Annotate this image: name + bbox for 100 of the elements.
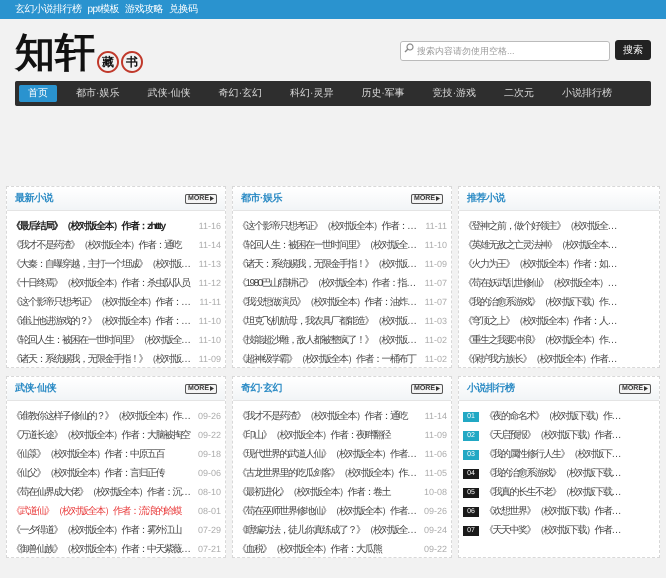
date-text: 09-06 — [198, 466, 221, 480]
book-link[interactable]: 《我的治愈系游戏》（校对版下载）作… — [463, 295, 616, 310]
book-link[interactable]: 《我的属性修行人生》（校对版下… — [484, 447, 620, 462]
book-link[interactable]: 《一夕得道》（校对版全本）作者：雾外江山 — [11, 523, 181, 538]
book-link[interactable]: 《武道仙》（校对版全本）作者：流浪的蛤蟆 — [11, 504, 181, 519]
book-link[interactable]: 《万道长途》（校对版全本）作者：大脑被掏空 — [11, 428, 190, 443]
date-text: 11-09 — [424, 428, 447, 442]
nav-tab[interactable]: 武侠·仙侠 — [138, 85, 200, 102]
book-link[interactable]: 《诸天：系统赐我，无限金手指！》（校对版… — [11, 352, 190, 367]
triangle-icon — [210, 386, 214, 391]
book-link[interactable]: 《御兽仙族》（校对版全本）作者：中天紫薇… — [11, 542, 190, 557]
book-link[interactable]: 《最初进化》（校对版全本）作者：卷土 — [237, 485, 390, 500]
book-link[interactable]: 《我才不是药渣》（校对版全本）作者：通吃 — [237, 409, 407, 424]
date-text: 09-26 — [198, 410, 221, 423]
logo-text: 知轩 — [15, 31, 95, 75]
date-text: 11-07 — [424, 296, 447, 309]
search-button[interactable]: 搜索 — [615, 40, 651, 60]
date-text: 11-02 — [424, 352, 447, 366]
date-text: 09-18 — [198, 448, 221, 461]
date-text: 11-11 — [425, 220, 447, 233]
date-text: 11-09 — [198, 352, 221, 366]
book-link[interactable]: 《古龙世界里的吃瓜剑客》（校对版全本）作… — [237, 466, 416, 481]
book-link[interactable]: 《我才不是药渣》（校对版全本）作者：通吃 — [11, 238, 181, 253]
book-link[interactable]: 《轮回人生：被困在一世时间里》（校对版全… — [237, 238, 416, 253]
book-link[interactable]: 《谁教你这样子修仙的？》（校对版全本）作… — [11, 409, 190, 424]
date-text: 10-08 — [424, 486, 447, 499]
date-text: 11-05 — [424, 466, 447, 480]
date-text: 09-22 — [198, 428, 221, 442]
book-link[interactable]: 《大秦：自曝穿越，主打一个坦诚》（校对版… — [11, 257, 190, 272]
book-link[interactable]: 《穹顶之上》（校对版全本）作者：人… — [463, 314, 616, 329]
panel-title: 奇幻·玄幻 — [241, 381, 282, 396]
date-text: 11-10 — [424, 238, 447, 252]
logo-seal: 藏 — [97, 51, 119, 73]
panel-title: 小说排行榜 — [467, 382, 514, 396]
book-link[interactable]: 《天启预报》（校对版下载）作者… — [484, 428, 620, 443]
date-text: 11-12 — [198, 276, 221, 290]
date-text: 07-29 — [198, 524, 221, 537]
book-link[interactable]: 《苟在巫师世界修地仙》（校对版全本）作者… — [237, 504, 416, 519]
panel-title: 武侠·仙侠 — [15, 382, 56, 396]
book-link[interactable]: 《保护我方族长》（校对版全本）作者… — [463, 352, 616, 367]
nav-tab[interactable]: 科幻·灵异 — [281, 85, 342, 102]
search-icon — [404, 43, 414, 53]
book-link[interactable]: 《这个影帝只想考证》（校对版全本）作者：… — [237, 219, 416, 234]
book-link[interactable]: 《苟在仙界成大佬》（校对版全本）作者：沉… — [11, 485, 190, 500]
date-text: 11-06 — [424, 448, 447, 461]
book-link[interactable]: 《瞎编功法，徒儿你真练成了？》（校对版全… — [237, 523, 416, 538]
date-text: 11-03 — [424, 314, 447, 328]
nav-tab[interactable]: 竞技·游戏 — [424, 85, 486, 102]
logo-seal: 书 — [121, 51, 143, 73]
date-text: 11-10 — [198, 314, 221, 328]
date-text: 11-09 — [424, 258, 447, 271]
book-link[interactable]: 《夜的命名术》（校对版下载）作… — [484, 409, 620, 424]
book-link[interactable]: 《技能超沙雕，敌人都被整疯了！》（校对版… — [237, 333, 416, 348]
date-text: 11-13 — [198, 258, 221, 271]
book-link[interactable]: 《超神级学霸》（校对版全本）作者：一桶布丁 — [237, 352, 416, 367]
book-link[interactable]: 《血税》（校对版全本）作者：大瓜熊 — [237, 542, 382, 557]
book-link[interactable]: 《最后结局》（校对版全本）作者：zhttty — [11, 219, 165, 234]
book-link[interactable]: 《这个影帝只想考证》（校对版全本）作者：… — [11, 295, 190, 310]
nav-tab[interactable]: 小说排行榜 — [553, 85, 622, 102]
search-field[interactable]: 搜索内容请勿使用空格... — [400, 41, 610, 61]
book-link[interactable]: 《诸天：系统赐我，无限金手指！》（校对版… — [237, 257, 416, 272]
book-link[interactable]: 《重生之我要冲浪》（校对版全本）作… — [463, 333, 616, 348]
date-text: 11-07 — [424, 276, 447, 290]
book-link[interactable]: 《轮回人生：被困在一世时间里》（校对版全… — [11, 333, 190, 348]
date-text: 09-26 — [424, 504, 447, 518]
book-link[interactable]: 《我真的长生不老》（校对版下载… — [484, 485, 620, 500]
nav-tab[interactable]: 都市·娱乐 — [67, 85, 128, 102]
date-text: 11-16 — [198, 220, 221, 233]
triangle-icon — [436, 196, 440, 201]
book-link[interactable]: 《英雄无敌之亡灵法神》（校对版全本… — [463, 238, 616, 253]
book-link[interactable]: 《1980巴山猎耕记》（校对版全本）作者：指… — [237, 276, 415, 291]
book-link[interactable]: 《坦克飞机航母，我农具厂都能造》（校对版… — [237, 314, 416, 329]
book-link[interactable]: 《仙父》（校对版全本）作者：言归正传 — [11, 466, 164, 481]
book-link[interactable]: 《天天中奖》（校对版下载）作者… — [484, 523, 620, 538]
book-link[interactable]: 《我没想做演员》（校对版全本）作者：油炸… — [237, 295, 416, 310]
book-link[interactable]: 《印山》（校对版全本）作者：夜畔翻径 — [237, 428, 390, 443]
book-link[interactable]: 《火力为王》（校对版全本）作者：如… — [463, 257, 616, 272]
date-text: 08-10 — [198, 486, 221, 499]
book-link[interactable]: 《谁让他进游戏的？》（校对版全本）作者：… — [11, 314, 190, 329]
date-text: 08-01 — [198, 504, 221, 518]
nav-tab[interactable]: 二次元 — [495, 85, 544, 102]
book-link[interactable]: 《欢想世界》（校对版下载）作者… — [484, 504, 620, 519]
date-text: 11-11 — [199, 296, 221, 309]
book-link[interactable]: 《仙箓》（校对版全本）作者：中原五百 — [11, 447, 164, 462]
date-text: 07-21 — [198, 542, 221, 556]
book-link[interactable]: 《登神之前，做个好领主》（校对版全… — [463, 219, 616, 234]
date-text: 09-24 — [424, 524, 447, 537]
panel-title: 都市·娱乐 — [241, 191, 282, 206]
nav-tab[interactable]: 奇幻·玄幻 — [210, 85, 272, 102]
book-link[interactable]: 《现代世界的武道人仙》（校对版全本）作者… — [237, 447, 416, 462]
triangle-icon — [436, 386, 440, 391]
triangle-icon — [644, 386, 648, 391]
triangle-icon — [210, 196, 214, 201]
book-link[interactable]: 《苟在妖武乱世修仙》（校对版全本）… — [463, 276, 616, 291]
date-text: 11-14 — [424, 410, 447, 423]
nav-tab[interactable]: 历史·军事 — [352, 85, 414, 102]
date-text: 11-14 — [198, 238, 221, 252]
book-link[interactable]: 《我的治愈系游戏》（校对版下载… — [484, 466, 620, 481]
date-text: 09-22 — [424, 542, 447, 556]
book-link[interactable]: 《十日终焉》（校对版全本）作者：杀虫队队员 — [11, 276, 190, 291]
